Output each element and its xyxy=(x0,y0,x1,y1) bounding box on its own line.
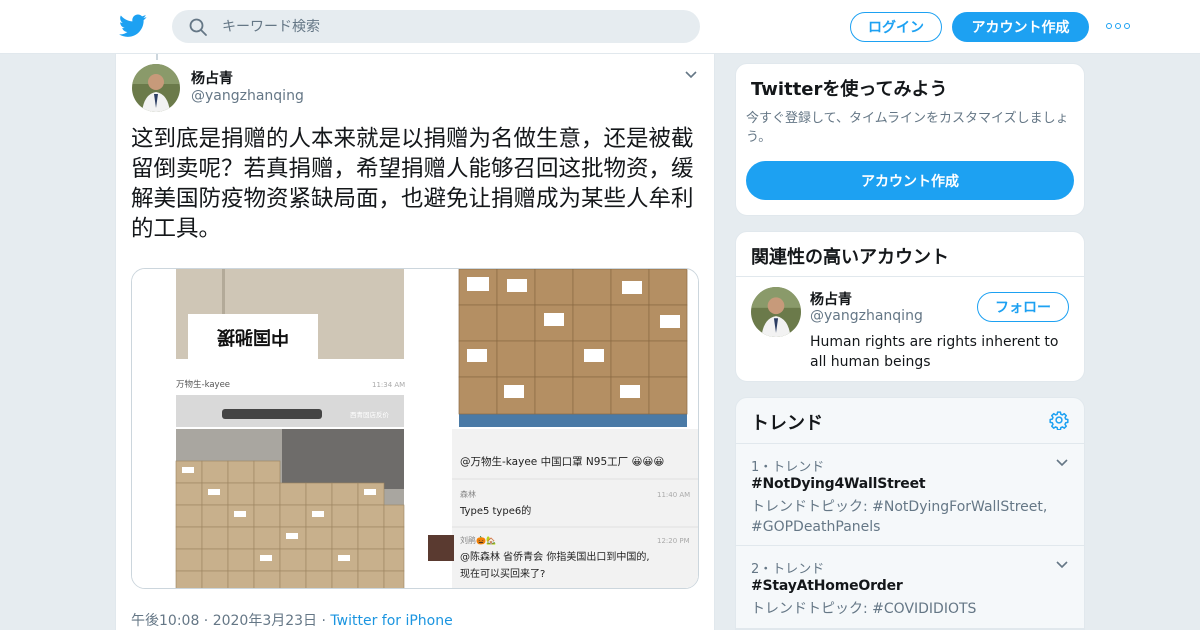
chat-name-2: 森林 xyxy=(460,489,476,499)
signup-card-description: 今すぐ登録して、タイムラインをカスタマイズしましょう。 xyxy=(746,111,1069,145)
chat-message-3-line-1: @陈森林 省侨青会 你指美国出口到中国的, xyxy=(460,550,650,563)
box-label-upside-down: 中国驰援 xyxy=(216,326,289,348)
chat-watermark: 西青固店反价 xyxy=(350,410,390,419)
tweet-timestamp[interactable]: 午後10:08 · 2020年3月23日 xyxy=(131,613,317,629)
chat-time-3: 12:20 PM xyxy=(657,537,690,545)
chevron-down-icon[interactable] xyxy=(684,70,698,80)
trend-rank: 1・トレンド xyxy=(751,460,825,475)
trends-card: トレンド 1・トレンド #NotDying4WallStreet トレンドトピッ… xyxy=(735,397,1085,630)
top-bar: ログイン アカウント作成 xyxy=(0,0,1200,54)
tweet-meta: 午後10:08 · 2020年3月23日 · Twitter for iPhon… xyxy=(131,610,453,630)
avatar[interactable] xyxy=(751,287,801,337)
trend-topics: トレンドトピック: #COVIDIDIOTS xyxy=(751,601,977,617)
chevron-down-icon[interactable] xyxy=(1055,560,1069,570)
chat-message-1: @万物生-kayee 中国口罩 N95工厂 😀😀😀 xyxy=(460,455,664,468)
tweet-source-link[interactable]: Twitter for iPhone xyxy=(330,613,452,629)
divider xyxy=(736,276,1084,277)
signup-button[interactable]: アカウント作成 xyxy=(952,12,1089,42)
chat-message-2: Type5 type6的 xyxy=(459,504,531,517)
signup-card-button[interactable]: アカウント作成 xyxy=(746,161,1074,200)
chat-message-3-line-2: 现在可以买回来了? xyxy=(460,568,545,580)
trends-card-title: トレンド xyxy=(751,413,823,434)
search-bar[interactable] xyxy=(172,10,700,43)
twitter-bird-icon[interactable] xyxy=(119,13,147,39)
meta-separator: · xyxy=(317,613,331,629)
author-name[interactable]: 杨占青 xyxy=(191,68,233,88)
more-options-icon[interactable] xyxy=(1106,20,1130,32)
signup-card-title: Twitterを使ってみよう xyxy=(751,79,948,100)
chat-name-3: 刘鹃🎃🏡 xyxy=(460,535,496,545)
related-account-name[interactable]: 杨占青 xyxy=(810,289,852,309)
chevron-down-icon[interactable] xyxy=(1055,458,1069,468)
related-account-bio: Human rights are rights inherent to all … xyxy=(810,334,1059,370)
thread-line xyxy=(156,54,158,60)
trend-item[interactable]: 2・トレンド #StayAtHomeOrder トレンドトピック: #COVID… xyxy=(736,545,1084,629)
trend-item[interactable]: 1・トレンド #NotDying4WallStreet トレンドトピック: #N… xyxy=(736,443,1084,546)
tweet-text: 这到底是捐赠的人本来就是以捐赠为名做生意，还是被截留倒卖呢？若真捐赠，希望捐赠人… xyxy=(131,126,694,242)
related-accounts-card: 関連性の高いアカウント 杨占青 @yangzhanqing フォロー Human… xyxy=(735,231,1085,382)
chat-top-time: 11:34 AM xyxy=(372,381,405,389)
tweet-detail: 杨占青 @yangzhanqing 这到底是捐赠的人本来就是以捐赠为名做生意，还… xyxy=(115,54,715,630)
login-button[interactable]: ログイン xyxy=(850,12,942,42)
search-icon xyxy=(189,18,207,36)
follow-button[interactable]: フォロー xyxy=(977,292,1069,322)
related-card-title: 関連性の高いアカウント xyxy=(751,247,949,268)
trend-rank: 2・トレンド xyxy=(751,562,825,577)
search-input[interactable] xyxy=(222,10,682,43)
gear-icon[interactable] xyxy=(1049,410,1069,430)
media-photo-grid: 中国驰援 万物生-kayee 11:34 AM 西青固店反价 @万物生-kaye… xyxy=(132,269,698,588)
avatar[interactable] xyxy=(132,64,180,112)
trend-topics: トレンドトピック: #NotDyingForWallStreet, #GOPDe… xyxy=(751,499,1048,535)
chat-time-2: 11:40 AM xyxy=(657,491,690,499)
related-account-handle[interactable]: @yangzhanqing xyxy=(810,308,923,324)
author-handle[interactable]: @yangzhanqing xyxy=(191,88,304,104)
signup-card: Twitterを使ってみよう 今すぐ登録して、タイムラインをカスタマイズしましょ… xyxy=(735,63,1085,216)
trend-hashtag[interactable]: #StayAtHomeOrder xyxy=(751,578,903,594)
trend-hashtag[interactable]: #NotDying4WallStreet xyxy=(751,476,926,492)
tweet-media[interactable]: 中国驰援 万物生-kayee 11:34 AM 西青固店反价 @万物生-kaye… xyxy=(131,268,699,589)
chat-top-name: 万物生-kayee xyxy=(176,379,230,390)
